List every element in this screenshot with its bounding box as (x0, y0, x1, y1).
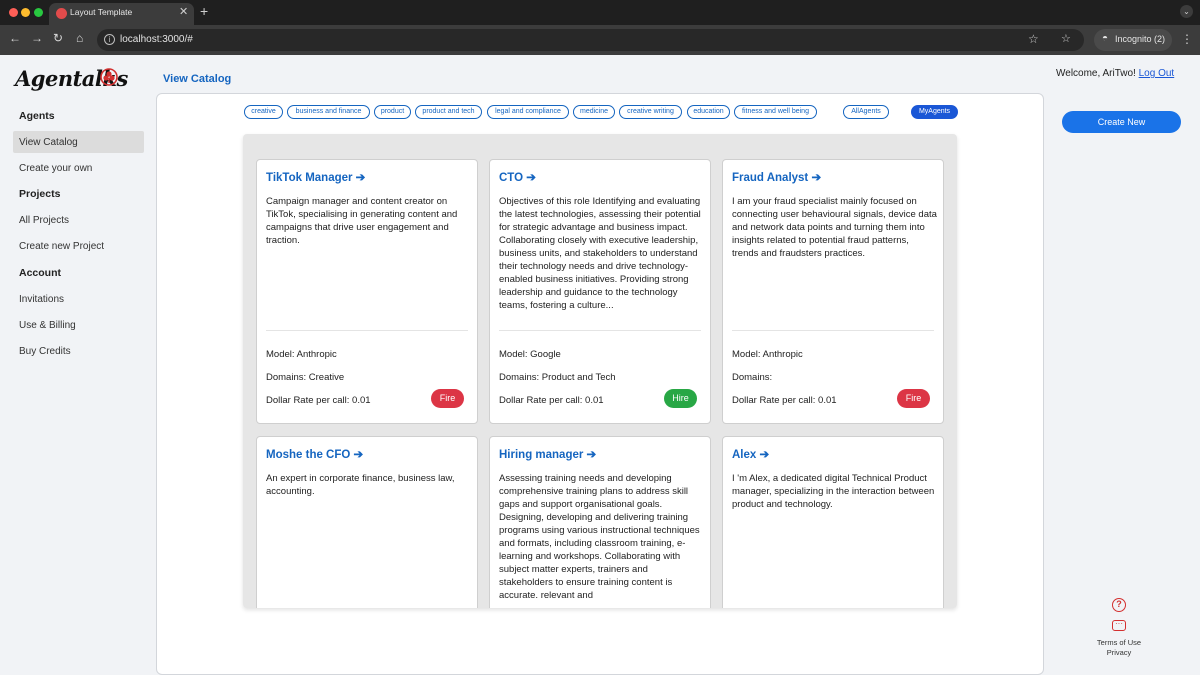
sidebar-item-invitations[interactable]: Invitations (13, 288, 144, 310)
reload-icon[interactable]: ↻ (53, 31, 63, 45)
fire-button[interactable]: Fire (431, 389, 464, 408)
agent-title-link[interactable]: Alex ➔ (732, 447, 769, 461)
agent-rate: Dollar Rate per call: 0.01 (499, 395, 604, 406)
sidebar-item-buy-credits[interactable]: Buy Credits (13, 340, 144, 362)
filter-chip-product-and-tech[interactable]: product and tech (415, 105, 482, 119)
browser-tab-bar: Layout Template ✕ + ⌄ (0, 0, 1200, 25)
close-window-button[interactable] (9, 8, 18, 17)
agent-model: Model: Anthropic (732, 349, 803, 360)
hire-button[interactable]: Hire (664, 389, 697, 408)
back-icon[interactable]: ← (9, 31, 21, 45)
sidebar-item-create-new-project[interactable]: Create new Project (13, 235, 144, 257)
address-bar[interactable]: i localhost:3000/# ☆ (97, 29, 1084, 51)
filter-chip-medicine[interactable]: medicine (573, 105, 615, 119)
agent-card[interactable]: Alex ➔ I 'm Alex, a dedicated digital Te… (722, 436, 944, 608)
browser-tab[interactable]: Layout Template ✕ (49, 3, 194, 25)
agent-card[interactable]: CTO ➔ Objectives of this role Identifyin… (489, 159, 711, 424)
logout-link[interactable]: Log Out (1139, 68, 1175, 79)
filter-chip-education[interactable]: education (687, 105, 730, 119)
tab-title: Layout Template (70, 7, 133, 17)
agent-description: Objectives of this role Identifying and … (499, 196, 701, 311)
browser-toolbar: ← → ↻ ⌂ i localhost:3000/# ☆ (0, 25, 1200, 55)
browser-menu-icon[interactable]: ⋮ (1181, 32, 1193, 46)
logo-clover-icon (100, 68, 118, 86)
sidebar-item-view-catalog[interactable]: View Catalog (13, 131, 144, 153)
sidebar-heading-agents: Agents (19, 110, 55, 122)
agent-grid: TikTok Manager ➔ Campaign manager and co… (243, 134, 957, 608)
bookmark-star-icon[interactable]: ☆ (1028, 32, 1039, 46)
agent-title-link[interactable]: CTO ➔ (499, 170, 536, 184)
card-divider (499, 330, 701, 331)
sidebar-heading-projects: Projects (19, 188, 61, 200)
agent-card[interactable]: Moshe the CFO ➔ An expert in corporate f… (256, 436, 478, 608)
agent-description: An expert in corporate finance, business… (266, 473, 455, 497)
fire-button[interactable]: Fire (897, 389, 930, 408)
filter-chip-all-agents[interactable]: AllAgents (843, 105, 889, 119)
extensions-icon[interactable]: ☆ (1061, 32, 1071, 45)
minimize-window-button[interactable] (21, 8, 30, 17)
create-new-button[interactable]: Create New (1062, 111, 1181, 133)
agent-model: Model: Google (499, 349, 561, 360)
welcome-text: Welcome, AriTwo! (1056, 68, 1136, 79)
agent-domains: Domains: (732, 372, 773, 383)
agent-domains: Domains: Creative (266, 372, 345, 383)
agent-description: Assessing training needs and developing … (499, 473, 700, 598)
agent-title-link[interactable]: TikTok Manager ➔ (266, 170, 365, 184)
forward-icon[interactable]: → (31, 31, 43, 45)
new-tab-icon[interactable]: + (200, 3, 208, 19)
filter-chip-fitness-and-well-being[interactable]: fitness and well being (734, 105, 817, 119)
card-divider (266, 330, 468, 331)
home-icon[interactable]: ⌂ (76, 31, 83, 45)
agent-rate: Dollar Rate per call: 0.01 (266, 395, 371, 406)
agent-card[interactable]: Hiring manager ➔ Assessing training need… (489, 436, 711, 608)
filter-chip-legal-and-compliance[interactable]: legal and compliance (487, 105, 569, 119)
sidebar-item-all-projects[interactable]: All Projects (13, 209, 144, 231)
maximize-window-button[interactable] (34, 8, 43, 17)
incognito-label: Incognito (2) (1115, 34, 1166, 44)
filter-chip-my-agents[interactable]: MyAgents (911, 105, 958, 119)
terms-of-use-link[interactable]: Terms of Use (1089, 638, 1149, 647)
agent-rate: Dollar Rate per call: 0.01 (732, 395, 837, 406)
tab-search-icon[interactable]: ⌄ (1180, 5, 1193, 18)
agent-card[interactable]: Fraud Analyst ➔ I am your fraud speciali… (722, 159, 944, 424)
url-text[interactable]: localhost:3000/# (120, 34, 193, 45)
favicon-icon (56, 8, 67, 19)
incognito-indicator[interactable]: ◓ Incognito (2) (1094, 29, 1172, 51)
filter-chip-creative[interactable]: creative (244, 105, 283, 119)
sidebar-item-create-your-own[interactable]: Create your own (13, 157, 144, 179)
filter-chip-creative-writing[interactable]: creative writing (619, 105, 682, 119)
sidebar-item-use-billing[interactable]: Use & Billing (13, 314, 144, 336)
close-tab-icon[interactable]: ✕ (179, 5, 188, 18)
page-title: View Catalog (163, 73, 232, 85)
agent-title-link[interactable]: Hiring manager ➔ (499, 447, 596, 461)
filter-chip-product[interactable]: product (374, 105, 411, 119)
agent-title-link[interactable]: Moshe the CFO ➔ (266, 447, 363, 461)
welcome-message: Welcome, AriTwo! Log Out (1056, 68, 1174, 79)
chat-icon[interactable]: ··· (1112, 620, 1126, 631)
agent-domains: Domains: Product and Tech (499, 372, 616, 383)
agent-description: I am your fraud specialist mainly focuse… (732, 196, 937, 259)
sidebar-heading-account: Account (19, 267, 61, 279)
agent-model: Model: Anthropic (266, 349, 337, 360)
agent-card[interactable]: TikTok Manager ➔ Campaign manager and co… (256, 159, 478, 424)
filter-chip-business-and-finance[interactable]: business and finance (287, 105, 370, 119)
agent-title-link[interactable]: Fraud Analyst ➔ (732, 170, 821, 184)
agent-description: I 'm Alex, a dedicated digital Technical… (732, 473, 935, 510)
privacy-link[interactable]: Privacy (1089, 648, 1149, 657)
agent-description: Campaign manager and content creator on … (266, 196, 458, 246)
site-info-icon[interactable]: i (104, 34, 115, 45)
incognito-icon: ◓ (1102, 33, 1109, 44)
help-icon[interactable]: ? (1112, 598, 1126, 612)
card-divider (732, 330, 934, 331)
